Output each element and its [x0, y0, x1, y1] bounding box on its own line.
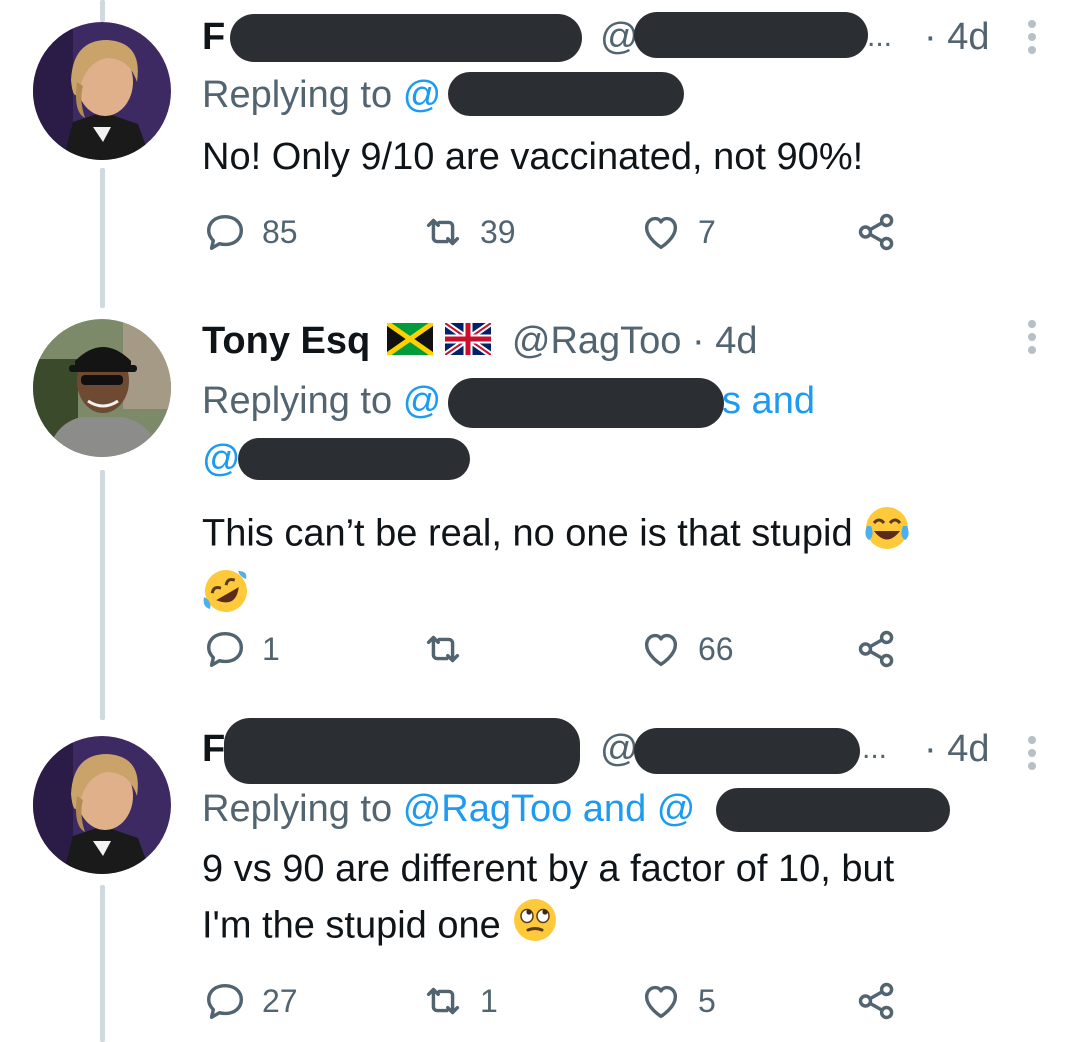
- thread-line: [100, 470, 105, 720]
- author-name[interactable]: Tony Esq: [202, 320, 370, 362]
- more-options-icon[interactable]: [1028, 320, 1038, 359]
- author-handle[interactable]: @: [600, 724, 639, 774]
- reply-mention-suffix[interactable]: s and: [722, 376, 815, 426]
- reply-icon: [206, 631, 244, 668]
- tweet-text: This can’t be real, no one is that stupi…: [202, 504, 1040, 630]
- author-handle[interactable]: @: [600, 12, 639, 62]
- tweet-header: F @ ... · 4d: [202, 718, 1040, 784]
- tweet-text: No! Only 9/10 are vaccinated, not 90%!: [202, 136, 864, 178]
- retweet-count: 1: [480, 982, 498, 1019]
- tweet-header: Tony Esq @RagToo · 4d: [202, 316, 1040, 366]
- like-count: 7: [698, 213, 716, 250]
- tweet-text-body: This can’t be real, no one is that stupi…: [202, 512, 853, 555]
- retweet-count: 39: [480, 213, 516, 250]
- thread-line: [100, 885, 105, 1042]
- reply-count: 1: [262, 630, 280, 667]
- face-with-rolling-eyes-icon: [511, 896, 559, 959]
- reply-button[interactable]: 27: [202, 976, 298, 1026]
- tweet-text-line-2: I'm the stupid one: [202, 896, 1040, 959]
- share-icon: [858, 630, 894, 668]
- author-name[interactable]: F: [202, 728, 225, 770]
- reply-mention-2[interactable]: @: [202, 438, 241, 480]
- author-handle[interactable]: @RagToo: [512, 320, 682, 362]
- share-icon: [858, 213, 894, 251]
- redacted-mention: [716, 788, 950, 832]
- redacted-name: [230, 14, 582, 62]
- reply-button[interactable]: 1: [202, 624, 280, 674]
- face-with-tears-of-joy-icon: [863, 504, 911, 567]
- rolling-on-floor-laughing-icon: [202, 567, 250, 630]
- like-count: 5: [698, 982, 716, 1019]
- tweet-text-body: I'm the stupid one: [202, 904, 501, 947]
- thread-line: [100, 168, 105, 308]
- reply-icon: [206, 214, 244, 251]
- author-name[interactable]: F: [202, 16, 225, 58]
- tweet-actions: 27 1 5: [202, 976, 922, 1026]
- retweet-button[interactable]: 1: [420, 976, 498, 1026]
- reply-button[interactable]: 85: [202, 207, 298, 257]
- tweet-time[interactable]: · 4d: [924, 724, 989, 774]
- heart-icon: [644, 216, 678, 250]
- reply-count: 85: [262, 213, 298, 250]
- reply-mention[interactable]: @: [403, 74, 442, 116]
- avatar[interactable]: [33, 736, 171, 874]
- avatar[interactable]: [33, 22, 171, 160]
- like-button[interactable]: 7: [638, 207, 716, 257]
- tweet-time[interactable]: · 4d: [924, 12, 989, 62]
- uk-flag-icon: [443, 318, 494, 368]
- retweet-icon: [426, 218, 460, 246]
- share-button[interactable]: [854, 624, 900, 674]
- reply-mention[interactable]: @RagToo and @: [403, 788, 696, 830]
- redacted-name: [224, 718, 580, 784]
- tweet-text: 9 vs 90 are different by a factor of 10,…: [202, 842, 1040, 959]
- retweet-button[interactable]: [420, 624, 480, 674]
- reply-mention[interactable]: @: [403, 380, 442, 422]
- more-options-icon[interactable]: [1028, 736, 1038, 775]
- reply-count: 27: [262, 982, 298, 1019]
- share-button[interactable]: [854, 976, 900, 1026]
- heart-icon: [644, 633, 678, 667]
- handle-ellipsis: ...: [867, 20, 893, 53]
- tweet-header: F @ ... · 4d: [202, 12, 1040, 62]
- avatar[interactable]: [33, 319, 171, 457]
- redacted-handle: [634, 728, 860, 774]
- replying-to-label: Replying to: [202, 74, 393, 116]
- reply-icon: [206, 983, 244, 1020]
- retweet-button[interactable]: 39: [420, 207, 516, 257]
- tweet-text-line: 9 vs 90 are different by a factor of 10,…: [202, 848, 895, 890]
- replying-to: Replying to @RagToo and @: [202, 784, 1040, 834]
- tweet-time[interactable]: · 4d: [692, 320, 757, 362]
- replying-to-label: Replying to: [202, 380, 393, 422]
- replying-to: Replying to @ s and: [202, 376, 1040, 428]
- retweet-icon: [426, 987, 460, 1015]
- jamaica-flag-icon: [385, 318, 435, 368]
- share-icon: [858, 982, 894, 1020]
- like-button[interactable]: 66: [638, 624, 734, 674]
- tweet-actions: 85 39 7: [202, 207, 922, 257]
- share-button[interactable]: [854, 207, 900, 257]
- replying-to: Replying to @: [202, 70, 1040, 120]
- redacted-mention: [448, 72, 684, 116]
- like-count: 66: [698, 630, 734, 667]
- tweet-actions: 1 66: [202, 624, 922, 674]
- heart-icon: [644, 985, 678, 1019]
- retweet-icon: [426, 635, 460, 663]
- redacted-handle: [634, 12, 868, 58]
- replying-to-label: Replying to: [202, 788, 393, 830]
- redacted-mention: [238, 438, 470, 480]
- handle-ellipsis: ...: [862, 732, 888, 765]
- like-button[interactable]: 5: [638, 976, 716, 1026]
- thread-line: [100, 0, 105, 22]
- redacted-mention: [448, 378, 724, 428]
- replying-to-line2: @: [202, 434, 1040, 484]
- more-options-icon[interactable]: [1028, 20, 1038, 59]
